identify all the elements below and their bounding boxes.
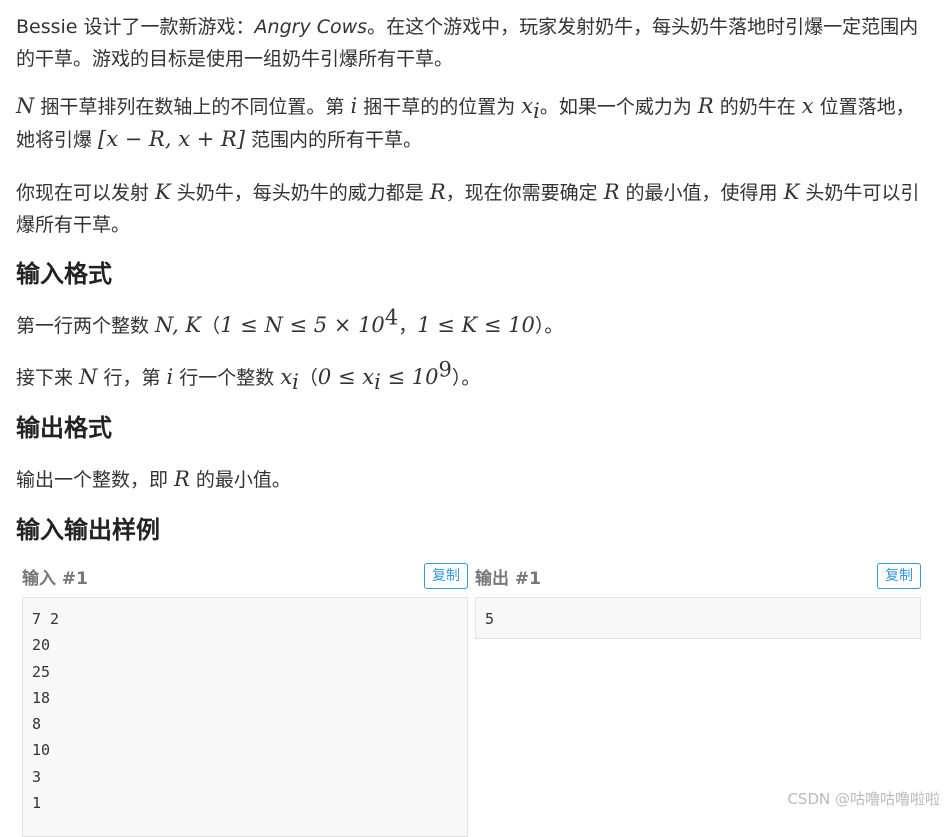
math-constraint-x: 0 ≤ x bbox=[317, 365, 375, 389]
hay-text-6: 范围内的所有干草。 bbox=[245, 129, 423, 151]
problem-task-paragraph: 你现在可以发射 K 头奶牛，每头奶牛的威力都是 R，现在你需要确定 R 的最小值… bbox=[16, 176, 928, 241]
input-comma: ， bbox=[398, 315, 418, 337]
copy-output-button[interactable]: 复制 bbox=[877, 563, 921, 589]
math-constraint-K: 1 ≤ K ≤ 10 bbox=[417, 313, 535, 337]
math-R: R bbox=[603, 180, 620, 204]
code-line: 7 2 bbox=[32, 610, 60, 628]
output-format-line: 输出一个整数，即 R 的最小值。 bbox=[16, 463, 928, 496]
hay-text-1: 捆干草排列在数轴上的不同位置。第 bbox=[34, 96, 351, 118]
input-format-line-2: 接下来 N 行，第 i 行一个整数 xi（0 ≤ xi ≤ 109）。 bbox=[16, 357, 928, 394]
task-text-3: ，现在你需要确定 bbox=[445, 182, 604, 204]
hay-text-2: 捆干草的的位置为 bbox=[357, 96, 522, 118]
input-format-heading: 输入格式 bbox=[16, 260, 112, 288]
sample-input-title: 输入 #1 bbox=[22, 569, 88, 589]
math-N: N bbox=[79, 365, 98, 389]
input2-paren-open: （ bbox=[298, 367, 318, 389]
bessie-name: Bessie bbox=[16, 16, 78, 38]
math-R: R bbox=[697, 94, 714, 118]
code-line: 10 bbox=[32, 741, 51, 760]
task-text-4: 的最小值，使得用 bbox=[619, 182, 784, 204]
samples-heading: 输入输出样例 bbox=[16, 516, 160, 544]
input-text-1: 第一行两个整数 bbox=[16, 315, 156, 337]
csdn-watermark: CSDN @咕噜咕噜啦啦 bbox=[787, 790, 940, 808]
input-paren-close: ）。 bbox=[534, 315, 564, 337]
output-format-heading: 输出格式 bbox=[16, 414, 112, 442]
sample-output-header: 输出 #1 复制 bbox=[475, 560, 921, 592]
input2-text-3: 行一个整数 bbox=[173, 367, 281, 389]
math-x-sub: i bbox=[533, 98, 540, 123]
input2-text-2: 行，第 bbox=[97, 367, 167, 389]
math-constraint-x-upper: ≤ 10 bbox=[380, 365, 439, 389]
sample-output-code[interactable]: 5 bbox=[475, 597, 921, 639]
intro-text-1: 设计了一款新游戏： bbox=[77, 16, 255, 38]
math-R: R bbox=[174, 467, 190, 491]
math-x2: x bbox=[801, 94, 814, 118]
task-text-2: 头奶牛，每头奶牛的威力都是 bbox=[170, 182, 430, 204]
math-x: x bbox=[521, 94, 534, 118]
math-x: x bbox=[280, 365, 293, 389]
sample-output-panel: 输出 #1 复制 5 bbox=[475, 560, 921, 639]
math-N: N bbox=[16, 94, 35, 118]
input-paren-open: （ bbox=[201, 315, 221, 337]
task-text-1: 你现在可以发射 bbox=[16, 182, 156, 204]
math-range: [x − R, x + R] bbox=[98, 127, 245, 151]
output-text-1: 输出一个整数，即 bbox=[16, 469, 175, 491]
sample-input-header: 输入 #1 复制 bbox=[22, 560, 468, 592]
game-name: Angry Cows bbox=[254, 16, 368, 38]
input-format-line-1: 第一行两个整数 N, K（1 ≤ N ≤ 5 × 104，1 ≤ K ≤ 10）… bbox=[16, 305, 928, 342]
code-line: 20 bbox=[32, 636, 51, 655]
input2-paren-close: ）。 bbox=[451, 367, 481, 389]
hay-text-4: 的奶牛在 bbox=[713, 96, 802, 118]
math-K: K bbox=[783, 180, 800, 204]
problem-intro-paragraph: Bessie 设计了一款新游戏：Angry Cows。在这个游戏中，玩家发射奶牛… bbox=[16, 11, 928, 75]
hay-text-3: 。如果一个威力为 bbox=[539, 96, 698, 118]
problem-hay-paragraph: N 捆干草排列在数轴上的不同位置。第 i 捆干草的的位置为 xi。如果一个威力为… bbox=[16, 90, 928, 156]
math-R: R bbox=[429, 180, 446, 204]
code-line: 5 bbox=[485, 610, 495, 628]
sample-input-code[interactable]: 7 2 20 25 18 8 10 3 1 bbox=[22, 597, 468, 837]
math-exp-9: 9 bbox=[438, 357, 452, 382]
input2-text-1: 接下来 bbox=[16, 367, 80, 389]
math-exp-4: 4 bbox=[384, 305, 399, 330]
code-line: 1 bbox=[32, 794, 42, 813]
copy-input-button[interactable]: 复制 bbox=[424, 563, 468, 589]
code-line: 25 bbox=[32, 662, 51, 681]
sample-input-panel: 输入 #1 复制 7 2 20 25 18 8 10 3 1 bbox=[22, 560, 468, 837]
output-text-2: 的最小值。 bbox=[189, 469, 291, 491]
sample-output-title: 输出 #1 bbox=[475, 569, 541, 589]
math-constraint-x-sub: i bbox=[374, 369, 381, 394]
code-line: 8 bbox=[32, 715, 42, 734]
math-x-sub: i bbox=[292, 369, 299, 394]
math-constraint-N: 1 ≤ N ≤ 5 × 10 bbox=[220, 313, 385, 337]
math-K: K bbox=[155, 180, 171, 204]
code-line: 18 bbox=[32, 688, 51, 707]
math-NK: N, K bbox=[155, 313, 202, 337]
code-line: 3 bbox=[32, 767, 42, 786]
